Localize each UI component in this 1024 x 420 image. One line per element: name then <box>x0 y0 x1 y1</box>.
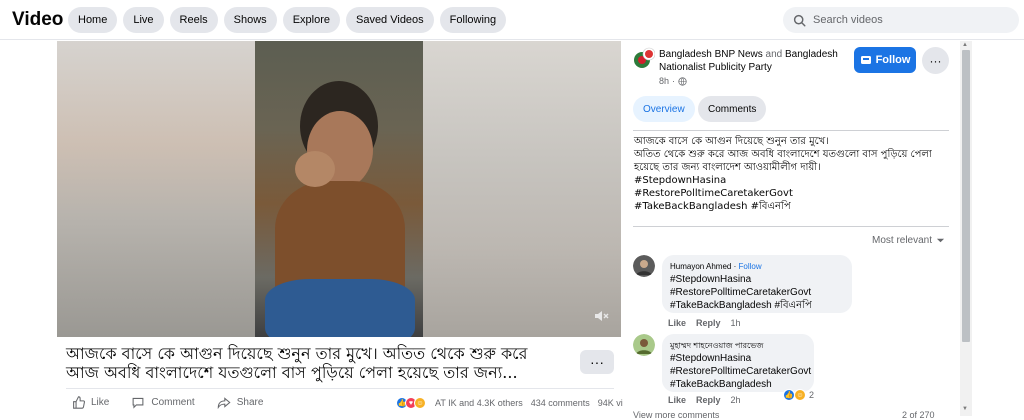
nav-home[interactable]: Home <box>68 6 118 33</box>
comment-bubble: মুহাম্মদ শাহনেওয়াজ পারভেজ #StepdownHasi… <box>662 334 814 392</box>
post-pages: Bangladesh BNP News and Bangladesh Natio… <box>659 48 849 74</box>
nav-shows[interactable]: Shows <box>223 6 277 33</box>
reaction-icons[interactable]: 👍 ♥ ☺ <box>396 397 426 409</box>
tab-comments[interactable]: Comments <box>698 96 767 122</box>
nav-live[interactable]: Live <box>123 6 164 33</box>
divider <box>66 388 614 389</box>
comment-reply-button[interactable]: Reply <box>696 318 721 328</box>
search-input[interactable]: Search videos <box>783 7 1019 33</box>
comment-text[interactable]: #RestorePolltimeCaretakerGovt <box>670 365 811 378</box>
mute-icon[interactable] <box>593 308 609 329</box>
desc-line: আজকে বাসে কে আগুন দিয়েছে শুনুন তার মুখে… <box>634 136 829 147</box>
share-label: Share <box>236 397 264 408</box>
hand-shape <box>295 151 335 187</box>
sort-label: Most relevant <box>872 235 933 246</box>
video-frame <box>255 41 423 337</box>
person-jeans <box>265 279 415 337</box>
video-stats: 👍 ♥ ☺ AT IK and 4.3K others 434 comments… <box>396 397 639 409</box>
hashtag-link[interactable]: #StepdownHasina <box>634 174 952 187</box>
search-icon <box>793 14 806 27</box>
video-title-line2: আজ অবধি বাংলাদেশে যতগুলো বাস পুড়িয়ে পে… <box>66 363 518 382</box>
comment-button[interactable]: Comment <box>131 396 195 409</box>
comment-icon <box>132 397 144 409</box>
like-button[interactable]: Like <box>72 396 109 409</box>
comment-author-line: Humayon Ahmed · Follow <box>670 262 762 271</box>
share-icon <box>217 397 231 409</box>
hashtag-link[interactable]: #RestorePolltimeCaretakerGovt <box>634 187 952 200</box>
comment-like-button[interactable]: Like <box>668 395 686 405</box>
comment-label: Comment <box>151 397 195 408</box>
comment-actions: Like Reply 2h <box>668 395 741 405</box>
thumbs-up-icon <box>73 396 85 409</box>
comment-bubble: Humayon Ahmed · Follow #StepdownHasina #… <box>662 255 852 313</box>
scroll-up-arrow-icon[interactable]: ▲ <box>962 42 968 48</box>
comment-reaction-count: 2 <box>809 390 815 400</box>
comment-text[interactable]: #StepdownHasina <box>670 273 844 286</box>
comment-author[interactable]: মুহাম্মদ শাহনেওয়াজ পারভেজ <box>670 339 806 352</box>
comment-actions: Like Reply 1h <box>668 318 741 328</box>
post-time[interactable]: 8h <box>659 76 669 86</box>
comment-time[interactable]: 1h <box>731 318 741 328</box>
comment-author[interactable]: Humayon Ahmed <box>670 262 731 271</box>
video-player[interactable] <box>57 41 621 337</box>
hashtag-link[interactable]: #TakeBackBangladesh #বিএনপি <box>634 200 952 213</box>
search-placeholder: Search videos <box>813 14 883 26</box>
post-meta: 8h · <box>659 76 687 86</box>
page-name-1[interactable]: Bangladesh BNP News <box>659 49 763 60</box>
comment-follow-link[interactable]: Follow <box>739 262 762 271</box>
comment-text[interactable]: #StepdownHasina <box>670 352 806 365</box>
nav-saved-videos[interactable]: Saved Videos <box>345 6 434 33</box>
follow-page-icon <box>860 56 871 64</box>
top-nav: Home Live Reels Shows Explore Saved Vide… <box>68 6 507 33</box>
tabs-divider <box>633 130 949 131</box>
follow-label: Follow <box>875 54 911 66</box>
video-title-line1: আজকে বাসে কে আগুন দিয়েছে শুনুন তার মুখে… <box>66 344 528 363</box>
video-blur-right <box>423 41 621 337</box>
view-more-comments[interactable]: View more comments <box>633 410 719 420</box>
tab-overview[interactable]: Overview <box>633 96 695 122</box>
post-more-button[interactable]: ··· <box>922 47 949 74</box>
haha-reaction-icon: ☺ <box>414 397 426 409</box>
nav-reels[interactable]: Reels <box>169 6 218 33</box>
comment-like-button[interactable]: Like <box>668 318 686 328</box>
comment-text[interactable]: #TakeBackBangladesh #বিএনপি <box>670 299 844 312</box>
page-avatar[interactable] <box>633 47 655 71</box>
and-text: and <box>765 49 783 60</box>
video-more-button[interactable]: ··· <box>580 350 614 374</box>
follow-button[interactable]: Follow <box>854 47 916 73</box>
comment-text[interactable]: #RestorePolltimeCaretakerGovt <box>670 286 844 299</box>
scrollbar-thumb[interactable] <box>962 50 970 342</box>
wow-reaction-icon: ☺ <box>794 389 806 401</box>
nav-following[interactable]: Following <box>439 6 507 33</box>
comments-pager: 2 of 270 <box>902 410 935 420</box>
share-button[interactable]: Share <box>217 396 264 409</box>
globe-icon <box>678 76 687 86</box>
avatar[interactable] <box>633 334 655 356</box>
nav-explore[interactable]: Explore <box>282 6 340 33</box>
video-blur-left <box>57 41 255 337</box>
comments-count[interactable]: 434 comments <box>531 398 590 408</box>
app-title: Video <box>12 8 64 30</box>
comments-divider <box>633 226 949 227</box>
scroll-down-arrow-icon[interactable]: ▼ <box>962 406 968 412</box>
avatar[interactable] <box>633 255 655 277</box>
reactions-text[interactable]: AT IK and 4.3K others <box>435 398 523 408</box>
sort-dropdown[interactable]: Most relevant <box>872 235 945 246</box>
action-bar: Like Comment Share <box>72 396 263 409</box>
like-label: Like <box>91 397 110 408</box>
desc-line: অতিত থেকে শুরু করে আজ অবধি বাংলাদেশে যতগ… <box>634 149 932 160</box>
top-bar: Video Home Live Reels Shows Explore Save… <box>0 0 1024 40</box>
chevron-down-icon <box>936 238 945 243</box>
comment-reply-button[interactable]: Reply <box>696 395 721 405</box>
comment-time[interactable]: 2h <box>731 395 741 405</box>
post-description: আজকে বাসে কে আগুন দিয়েছে শুনুন তার মুখে… <box>634 135 952 213</box>
video-title: আজকে বাসে কে আগুন দিয়েছে শুনুন তার মুখে… <box>66 344 566 382</box>
desc-line: হয়েছে তার জন্য বাংলাদেশ আওয়ামীলীগ দায়… <box>634 162 821 173</box>
comment-reactions[interactable]: 👍 ☺ 2 <box>783 389 814 401</box>
